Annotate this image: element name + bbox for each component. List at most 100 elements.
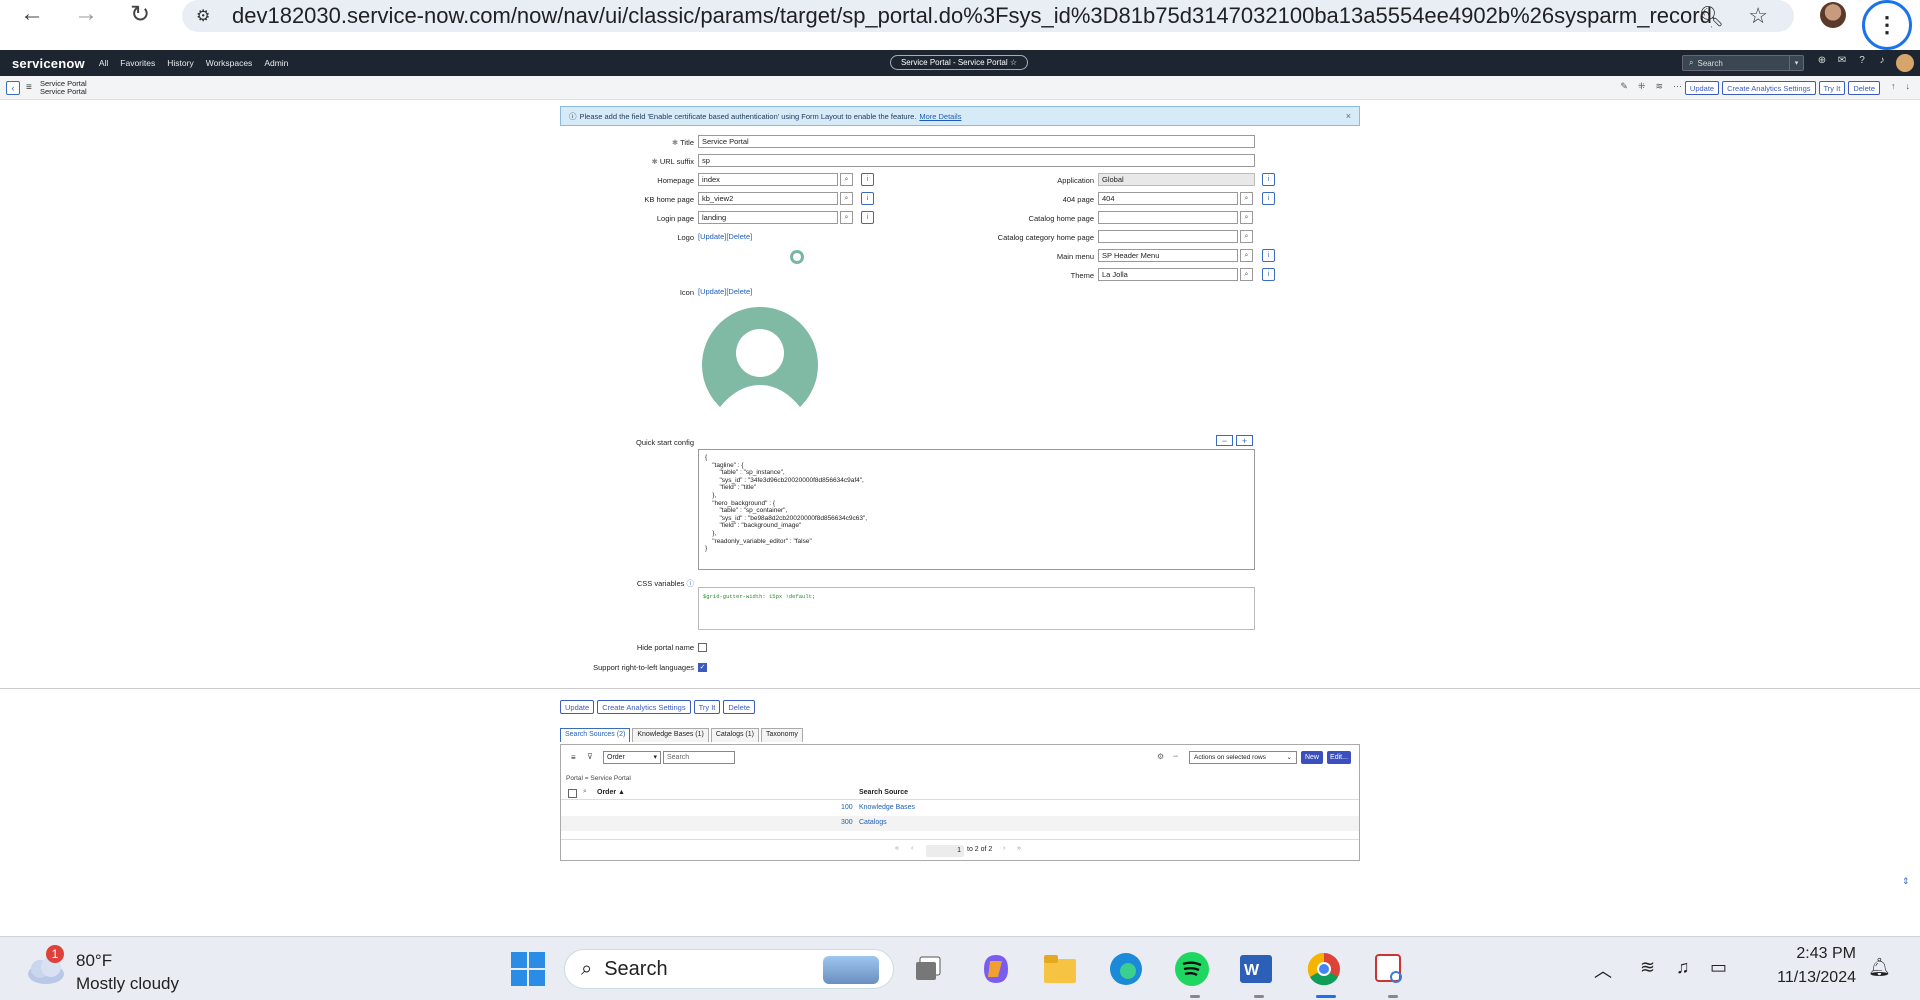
first-page-icon[interactable]: «	[895, 845, 899, 852]
info-icon[interactable]: i	[861, 192, 874, 205]
attachment-icon[interactable]: ✎	[1620, 81, 1628, 92]
kb-home-field[interactable]: kb_view2	[698, 192, 838, 205]
list-menu-icon[interactable]: ≡	[571, 753, 576, 762]
chat-icon[interactable]: ✉	[1836, 55, 1848, 66]
hamburger-icon[interactable]: ≡	[26, 82, 32, 93]
user-avatar[interactable]	[1896, 54, 1914, 72]
last-page-icon[interactable]: »	[1017, 845, 1021, 852]
nav-history[interactable]: History	[167, 58, 193, 68]
chevron-up-icon[interactable]: ︿	[1594, 957, 1612, 983]
try-it-button[interactable]: Try It	[1818, 81, 1846, 95]
lookup-icon[interactable]: ⌕	[840, 192, 853, 205]
bell-icon[interactable]: ♪	[1876, 55, 1888, 66]
chevron-down-icon[interactable]: ▾	[1789, 56, 1803, 70]
delete-button[interactable]: Delete	[1848, 81, 1880, 95]
try-it-button[interactable]: Try It	[693, 700, 721, 714]
info-icon[interactable]: i	[1262, 268, 1275, 281]
forward-arrow-icon[interactable]: →	[68, 0, 104, 32]
next-page-icon[interactable]: ›	[1003, 845, 1005, 852]
nav-favorites[interactable]: Favorites	[120, 58, 155, 68]
theme-field[interactable]: La Jolla	[1098, 268, 1238, 281]
reload-icon[interactable]: ↻	[122, 0, 158, 32]
back-arrow-icon[interactable]: ←	[14, 0, 50, 32]
page-input[interactable]: 1	[926, 845, 964, 857]
bookmark-star-icon[interactable]: ☆	[1748, 3, 1768, 29]
weather-temp[interactable]: 80°F	[76, 951, 112, 971]
source-link[interactable]: Knowledge Bases	[859, 804, 915, 811]
lookup-icon[interactable]: ⌕	[1240, 192, 1253, 205]
lookup-icon[interactable]: ⌕	[840, 173, 853, 186]
collapse-button[interactable]: −	[1216, 435, 1233, 446]
spotify-icon[interactable]	[1172, 949, 1212, 989]
taskbar-search[interactable]: ⌕ Search	[564, 949, 894, 989]
select-all-checkbox[interactable]	[568, 789, 577, 798]
volume-icon[interactable]: ♫	[1676, 957, 1690, 978]
file-explorer-icon[interactable]	[1040, 949, 1080, 989]
new-button[interactable]: New	[1301, 751, 1323, 764]
edit-button[interactable]: Edit...	[1327, 751, 1351, 764]
copilot-icon[interactable]	[976, 949, 1016, 989]
quickstart-editor[interactable]: { "tagline" : { "table" : "sp_instance",…	[698, 449, 1255, 570]
weather-desc[interactable]: Mostly cloudy	[76, 974, 179, 994]
catalog-home-field[interactable]	[1098, 211, 1238, 224]
list-breadcrumb[interactable]: Portal = Service Portal	[566, 775, 631, 782]
actions-select[interactable]: Actions on selected rows ⌄	[1189, 751, 1297, 764]
arrow-down-icon[interactable]: ↓	[1906, 81, 1911, 91]
icon-update-delete-links[interactable]: [Update][Delete]	[698, 287, 752, 296]
search-icon[interactable]: ⌕	[583, 788, 587, 796]
nav-admin[interactable]: Admin	[264, 58, 288, 68]
url-text[interactable]: dev182030.service-now.com/now/nav/ui/cla…	[232, 3, 1712, 29]
notification-bell-icon[interactable]: 🔔︎	[1868, 957, 1891, 978]
nav-workspaces[interactable]: Workspaces	[206, 58, 253, 68]
more-icon[interactable]: ⋯	[1673, 81, 1682, 92]
404-page-field[interactable]: 404	[1098, 192, 1238, 205]
delete-button[interactable]: Delete	[723, 700, 756, 714]
lookup-icon[interactable]: ⌕	[1240, 268, 1253, 281]
browser-menu-icon[interactable]: ⋮	[1862, 0, 1912, 50]
info-icon[interactable]: i	[1262, 249, 1275, 262]
col-order[interactable]: Order ▲	[597, 789, 625, 796]
info-icon[interactable]: i	[861, 173, 874, 186]
help-icon[interactable]: ?	[1856, 55, 1868, 66]
info-icon[interactable]: i	[861, 211, 874, 224]
scroll-icon[interactable]: ⇕	[1902, 876, 1910, 887]
settings-icon[interactable]: ≋	[1655, 81, 1663, 92]
rtl-checkbox[interactable]: ✓	[698, 663, 707, 672]
zoom-icon[interactable]: 🔍︎	[1699, 4, 1724, 29]
servicenow-logo[interactable]: servicenow	[12, 56, 85, 71]
tab-knowledge-bases[interactable]: Knowledge Bases (1)	[632, 728, 709, 742]
address-bar[interactable]: ⚙ dev182030.service-now.com/now/nav/ui/c…	[182, 0, 1794, 32]
windows-start-icon[interactable]	[508, 949, 548, 989]
context-pill[interactable]: Service Portal - Service Portal ☆	[890, 55, 1028, 70]
profile-avatar[interactable]	[1820, 2, 1846, 28]
css-variables-editor[interactable]: $grid-gutter-width: 15px !default;	[698, 587, 1255, 630]
source-link[interactable]: Catalogs	[859, 819, 887, 826]
login-page-field[interactable]: landing	[698, 211, 838, 224]
filter-icon[interactable]: ⊽	[587, 752, 593, 761]
tab-search-sources[interactable]: Search Sources (2)	[560, 728, 631, 742]
list-search-input[interactable]: Search	[663, 751, 735, 764]
task-view-icon[interactable]	[910, 949, 950, 989]
global-search-input[interactable]: ⌕ Search ▾	[1682, 55, 1804, 71]
col-search-source[interactable]: Search Source	[859, 789, 908, 796]
update-button[interactable]: Update	[560, 700, 595, 714]
nav-all[interactable]: All	[99, 58, 108, 68]
tab-taxonomy[interactable]: Taxonomy	[761, 728, 803, 742]
expand-button[interactable]: +	[1236, 435, 1253, 446]
activity-icon[interactable]: ⁜	[1638, 81, 1646, 92]
back-icon[interactable]: ‹	[6, 81, 20, 95]
site-settings-icon[interactable]: ⚙	[196, 6, 224, 26]
edge-icon[interactable]	[1106, 949, 1146, 989]
update-button[interactable]: Update	[1684, 81, 1720, 95]
clock-time[interactable]: 2:43 PM	[1768, 945, 1856, 963]
arrow-up-icon[interactable]: ↑	[1891, 81, 1896, 91]
more-details-link[interactable]: More Details	[919, 112, 961, 121]
snipping-tool-icon[interactable]	[1370, 949, 1410, 989]
create-analytics-button[interactable]: Create Analytics Settings	[597, 700, 691, 714]
word-icon[interactable]: W	[1236, 949, 1276, 989]
info-icon[interactable]: i	[1262, 192, 1275, 205]
create-analytics-button[interactable]: Create Analytics Settings	[1722, 81, 1816, 95]
prev-page-icon[interactable]: ‹	[911, 845, 913, 852]
globe-icon[interactable]: ⊕	[1816, 55, 1828, 66]
close-icon[interactable]: ×	[1346, 111, 1351, 121]
